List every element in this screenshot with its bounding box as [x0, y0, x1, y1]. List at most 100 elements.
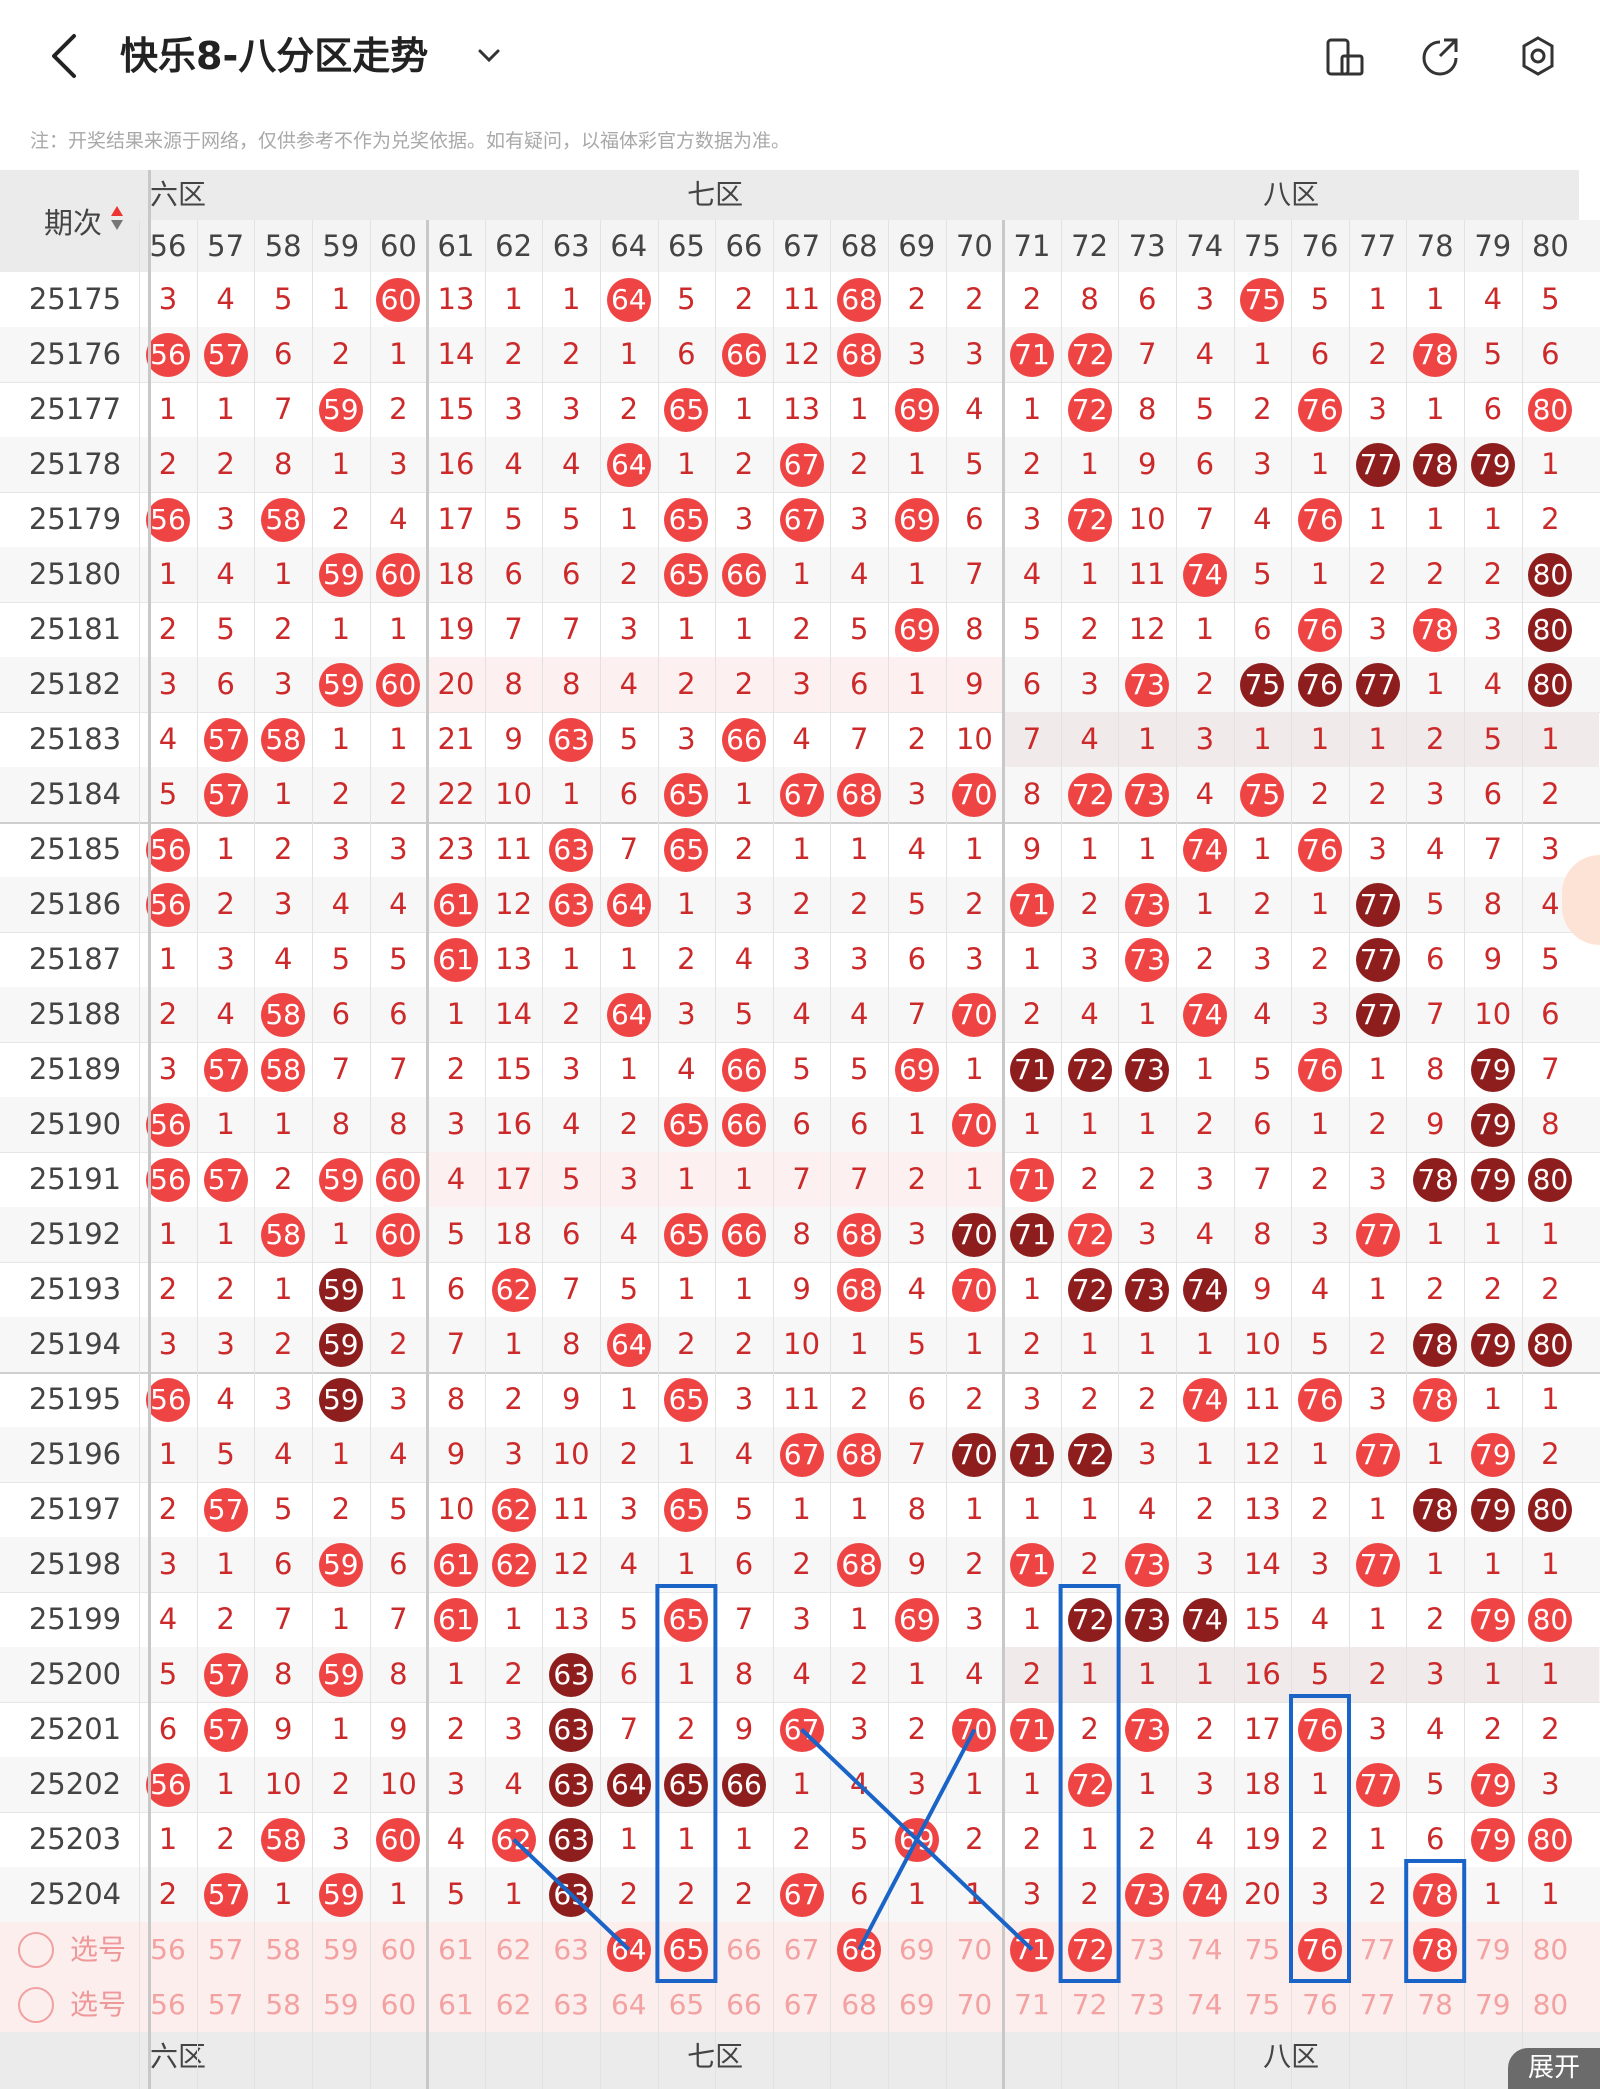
omission-count[interactable]: 10: [427, 1482, 485, 1537]
omission-count[interactable]: 1: [1406, 492, 1464, 547]
omission-count[interactable]: 3: [485, 382, 543, 437]
omission-count[interactable]: 2: [1234, 382, 1292, 437]
omission-count[interactable]: 1: [1406, 272, 1464, 327]
omission-count[interactable]: 1: [1061, 1482, 1119, 1537]
omission-count[interactable]: 4: [1003, 547, 1061, 602]
omission-count[interactable]: 1: [888, 437, 946, 492]
omission-count[interactable]: 4: [888, 822, 946, 877]
omission-count[interactable]: 15: [1234, 1592, 1292, 1647]
share-icon[interactable]: [1416, 30, 1464, 84]
drawn-ball[interactable]: 69: [888, 1042, 946, 1097]
omission-count[interactable]: 2: [1061, 602, 1119, 657]
omission-count[interactable]: 2: [888, 1152, 946, 1207]
omission-count[interactable]: 2: [830, 1647, 888, 1702]
omission-count[interactable]: 1: [600, 492, 658, 547]
drawn-ball[interactable]: 68: [830, 272, 888, 327]
omission-count[interactable]: 3: [715, 1372, 773, 1427]
omission-count[interactable]: 1: [1522, 1867, 1580, 1922]
drawn-ball[interactable]: 70: [946, 1262, 1004, 1317]
repeat-ball[interactable]: 79: [1464, 1152, 1522, 1207]
omission-count[interactable]: 5: [1464, 712, 1522, 767]
omission-count[interactable]: 9: [1003, 822, 1061, 877]
omission-count[interactable]: 2: [1061, 1537, 1119, 1592]
omission-count[interactable]: 1: [485, 1317, 543, 1372]
omission-count[interactable]: 4: [600, 1537, 658, 1592]
omission-count[interactable]: 7: [946, 547, 1004, 602]
omission-count[interactable]: 1: [773, 547, 831, 602]
drawn-ball[interactable]: 72: [1061, 1757, 1119, 1812]
omission-count[interactable]: 3: [254, 657, 312, 712]
omission-count[interactable]: 3: [1522, 1757, 1580, 1812]
omission-count[interactable]: 1: [946, 1757, 1004, 1812]
omission-count[interactable]: 2: [1003, 1812, 1061, 1867]
omission-count[interactable]: 3: [1176, 1757, 1234, 1812]
omission-count[interactable]: 6: [773, 1097, 831, 1152]
repeat-ball[interactable]: 79: [1464, 1042, 1522, 1097]
drawn-ball[interactable]: 67: [773, 1867, 831, 1922]
drawn-ball[interactable]: 61: [427, 932, 485, 987]
repeat-ball[interactable]: 71: [1003, 1207, 1061, 1262]
omission-count[interactable]: 2: [1291, 932, 1349, 987]
omission-count[interactable]: 6: [600, 1647, 658, 1702]
drawn-ball[interactable]: 74: [1176, 547, 1234, 602]
omission-count[interactable]: 1: [888, 1867, 946, 1922]
drawn-ball[interactable]: 78: [1406, 327, 1464, 382]
drawn-ball[interactable]: 72: [1061, 327, 1119, 382]
omission-count[interactable]: 11: [485, 822, 543, 877]
omission-count[interactable]: 18: [427, 547, 485, 602]
omission-count[interactable]: 1: [1349, 1262, 1407, 1317]
omission-count[interactable]: 1: [658, 437, 716, 492]
repeat-ball[interactable]: 71: [1003, 1427, 1061, 1482]
omission-count[interactable]: 6: [1464, 382, 1522, 437]
drawn-ball[interactable]: 76: [1291, 1702, 1349, 1757]
omission-count[interactable]: 1: [715, 602, 773, 657]
omission-count[interactable]: 3: [658, 987, 716, 1042]
omission-count[interactable]: 2: [1349, 1097, 1407, 1152]
omission-count[interactable]: 4: [1291, 1592, 1349, 1647]
omission-count[interactable]: 2: [658, 1867, 716, 1922]
pick-row-label[interactable]: 选号: [0, 1922, 150, 1977]
repeat-ball[interactable]: 78: [1406, 1317, 1464, 1372]
drawn-ball[interactable]: 57: [197, 1042, 255, 1097]
omission-count[interactable]: 4: [485, 1757, 543, 1812]
repeat-ball[interactable]: 63: [542, 1702, 600, 1757]
omission-count[interactable]: 1: [946, 1317, 1004, 1372]
omission-count[interactable]: 1: [197, 1537, 255, 1592]
omission-count[interactable]: 23: [427, 822, 485, 877]
omission-count[interactable]: 8: [485, 657, 543, 712]
repeat-ball[interactable]: 70: [946, 1427, 1004, 1482]
drawn-ball[interactable]: 74: [1176, 987, 1234, 1042]
omission-count[interactable]: 5: [946, 437, 1004, 492]
repeat-ball[interactable]: 63: [542, 1812, 600, 1867]
omission-count[interactable]: 1: [1349, 712, 1407, 767]
omission-count[interactable]: 4: [254, 1427, 312, 1482]
drawn-ball[interactable]: 63: [542, 877, 600, 932]
omission-count[interactable]: 2: [715, 1867, 773, 1922]
omission-count[interactable]: 4: [658, 1042, 716, 1097]
drawn-ball[interactable]: 79: [1464, 1812, 1522, 1867]
drawn-ball[interactable]: 66: [715, 712, 773, 767]
omission-count[interactable]: 7: [1118, 327, 1176, 382]
drawn-ball[interactable]: 58: [254, 1207, 312, 1262]
drawn-ball[interactable]: 72: [1061, 1207, 1119, 1262]
omission-count[interactable]: 4: [600, 657, 658, 712]
repeat-ball[interactable]: 79: [1464, 1097, 1522, 1152]
omission-count[interactable]: 1: [197, 822, 255, 877]
omission-count[interactable]: 2: [1061, 1702, 1119, 1757]
omission-count[interactable]: 6: [1291, 327, 1349, 382]
omission-count[interactable]: 3: [1406, 1647, 1464, 1702]
omission-count[interactable]: 3: [1291, 1207, 1349, 1262]
drawn-ball[interactable]: 64: [600, 272, 658, 327]
omission-count[interactable]: 9: [715, 1702, 773, 1757]
omission-count[interactable]: 1: [312, 1207, 370, 1262]
pick-number[interactable]: 67: [773, 1922, 831, 1977]
radio-icon[interactable]: [18, 1987, 54, 2023]
omission-count[interactable]: 8: [1234, 1207, 1292, 1262]
omission-count[interactable]: 2: [715, 437, 773, 492]
omission-count[interactable]: 3: [1176, 1537, 1234, 1592]
omission-count[interactable]: 6: [1406, 932, 1464, 987]
omission-count[interactable]: 3: [542, 1042, 600, 1097]
omission-count[interactable]: 2: [1003, 1317, 1061, 1372]
omission-count[interactable]: 7: [542, 1262, 600, 1317]
repeat-ball[interactable]: 70: [946, 1207, 1004, 1262]
